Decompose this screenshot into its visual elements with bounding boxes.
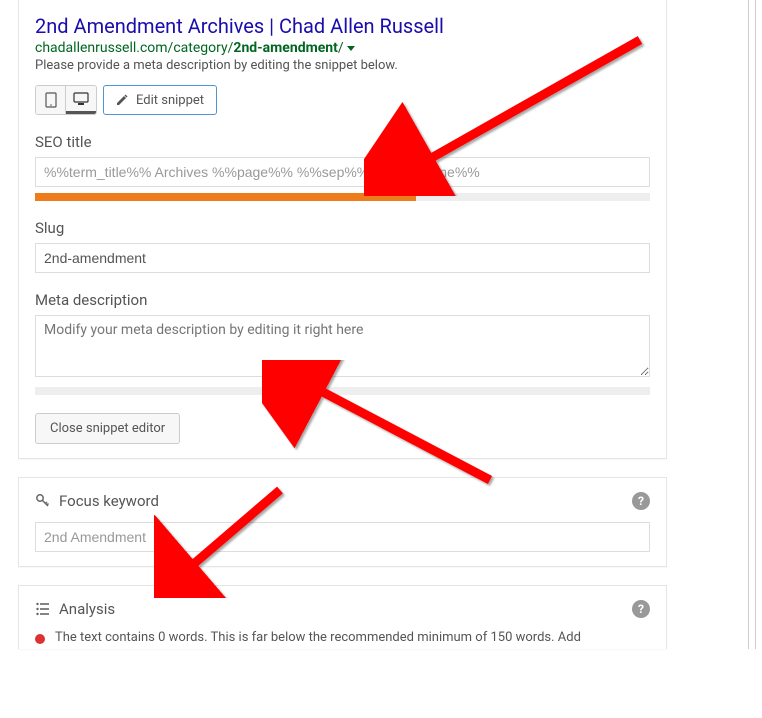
seo-title-label: SEO title (35, 133, 650, 151)
serp-url-prefix: chadallenrussell.com/category/ (35, 40, 233, 56)
focus-keyword-label: Focus keyword (59, 492, 159, 510)
seo-title-progress (35, 193, 650, 201)
edit-snippet-button[interactable]: Edit snippet (103, 85, 217, 115)
device-toggle (35, 85, 97, 115)
close-snippet-button[interactable]: Close snippet editor (35, 413, 180, 444)
key-icon (35, 493, 51, 509)
focus-keyword-input[interactable] (35, 522, 650, 552)
focus-keyword-panel: Focus keyword ? (18, 477, 667, 567)
slug-group: Slug (35, 219, 650, 273)
analysis-title: Analysis (35, 600, 115, 618)
status-dot-red (35, 634, 45, 644)
snippet-editor-panel: 2nd Amendment Archives | Chad Allen Russ… (18, 0, 667, 459)
edit-snippet-label: Edit snippet (136, 93, 204, 108)
serp-description: Please provide a meta description by edi… (35, 58, 650, 73)
mobile-preview-button[interactable] (36, 86, 66, 114)
right-divider (748, 0, 756, 649)
caret-down-icon (347, 46, 355, 51)
mobile-icon (45, 92, 57, 108)
analysis-label: Analysis (59, 600, 115, 618)
slug-input[interactable] (35, 243, 650, 273)
meta-description-progress (35, 387, 650, 395)
serp-url: chadallenrussell.com/category/2nd-amendm… (35, 40, 650, 56)
desktop-icon (73, 92, 89, 106)
pencil-icon (116, 94, 128, 106)
analysis-panel: Analysis ? The text contains 0 words. Th… (18, 585, 667, 649)
focus-keyword-header: Focus keyword ? (35, 492, 650, 510)
desktop-preview-button[interactable] (66, 86, 96, 114)
analysis-text: The text contains 0 words. This is far b… (55, 630, 581, 645)
help-icon[interactable]: ? (632, 492, 650, 510)
meta-description-input[interactable] (35, 315, 650, 377)
serp-title: 2nd Amendment Archives | Chad Allen Russ… (35, 14, 650, 38)
slug-label: Slug (35, 219, 650, 237)
list-icon (35, 601, 51, 617)
meta-description-label: Meta description (35, 291, 650, 309)
meta-description-group: Meta description (35, 291, 650, 395)
seo-title-progress-fill (35, 193, 416, 201)
seo-title-input[interactable] (35, 157, 650, 187)
analysis-header: Analysis ? (35, 600, 650, 618)
serp-url-suffix: / (338, 40, 344, 56)
serp-url-slug: 2nd-amendment (233, 40, 337, 56)
focus-keyword-title: Focus keyword (35, 492, 159, 510)
analysis-item: The text contains 0 words. This is far b… (35, 630, 650, 645)
device-row: Edit snippet (35, 85, 650, 115)
seo-title-group: SEO title (35, 133, 650, 201)
help-icon[interactable]: ? (632, 600, 650, 618)
